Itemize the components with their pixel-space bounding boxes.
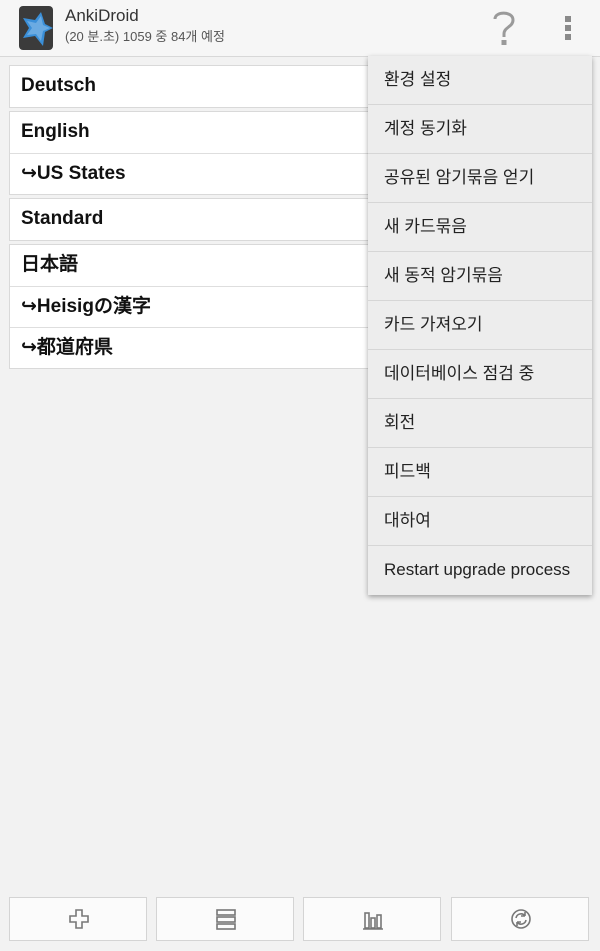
menu-item-check-database[interactable]: 데이터베이스 점검 중 bbox=[368, 350, 592, 399]
menu-item-sync-account[interactable]: 계정 동기화 bbox=[368, 105, 592, 154]
menu-item-preferences[interactable]: 환경 설정 bbox=[368, 56, 592, 105]
action-bar: AnkiDroid (20 분.초) 1059 중 84개 예정 bbox=[0, 0, 600, 57]
menu-item-restart-upgrade[interactable]: Restart upgrade process bbox=[368, 546, 592, 595]
list-icon bbox=[216, 909, 236, 930]
statistics-button[interactable] bbox=[303, 897, 441, 941]
sync-icon bbox=[511, 909, 531, 929]
help-icon[interactable] bbox=[490, 8, 518, 48]
add-icon bbox=[69, 909, 89, 929]
overflow-menu-icon[interactable] bbox=[556, 14, 580, 42]
card-browser-button[interactable] bbox=[156, 897, 294, 941]
sync-button[interactable] bbox=[451, 897, 589, 941]
app-title: AnkiDroid bbox=[65, 6, 139, 25]
menu-item-new-deck[interactable]: 새 카드묶음 bbox=[368, 203, 592, 252]
menu-item-new-filtered-deck[interactable]: 새 동적 암기묶음 bbox=[368, 252, 592, 301]
due-summary: (20 분.초) 1059 중 84개 예정 bbox=[65, 29, 225, 44]
overflow-menu: 환경 설정 계정 동기화 공유된 암기묶음 얻기 새 카드묶음 새 동적 암기묶… bbox=[368, 56, 592, 595]
menu-item-feedback[interactable]: 피드백 bbox=[368, 448, 592, 497]
app-icon[interactable] bbox=[19, 6, 55, 50]
menu-item-get-shared-decks[interactable]: 공유된 암기묶음 얻기 bbox=[368, 154, 592, 203]
add-button[interactable] bbox=[9, 897, 147, 941]
menu-item-about[interactable]: 대하여 bbox=[368, 497, 592, 546]
menu-item-import-cards[interactable]: 카드 가져오기 bbox=[368, 301, 592, 350]
menu-item-rotate[interactable]: 회전 bbox=[368, 399, 592, 448]
statistics-icon bbox=[363, 912, 383, 930]
